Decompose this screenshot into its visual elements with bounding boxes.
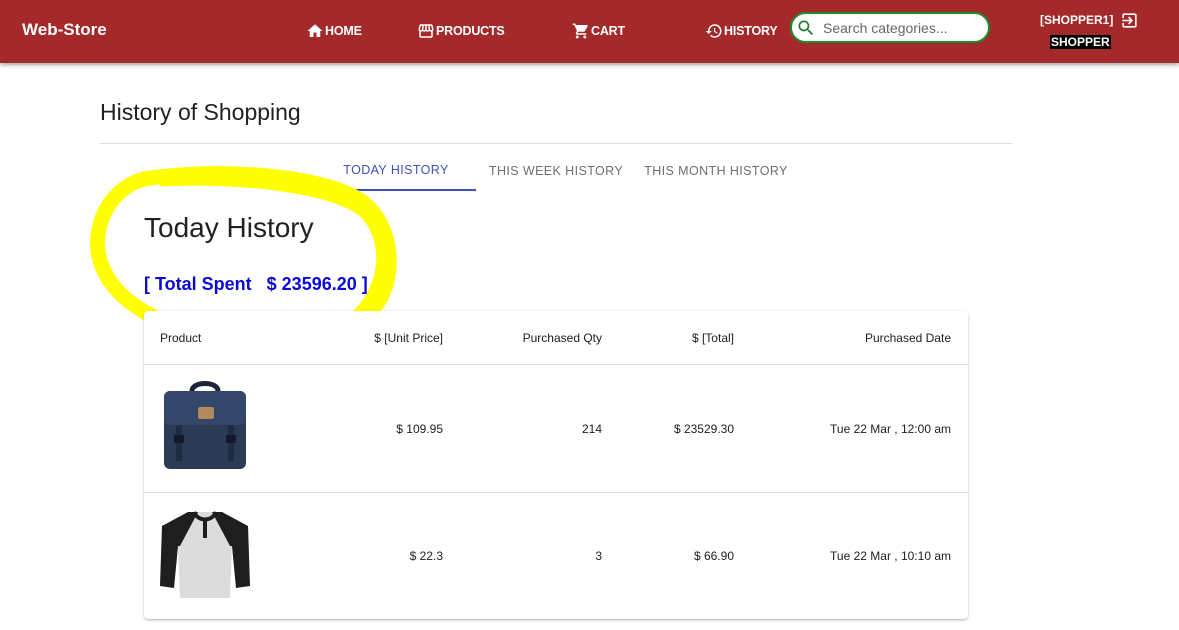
user-role-badge: SHOPPER: [1050, 35, 1111, 49]
history-icon: [705, 24, 722, 38]
nav-products-label: PRODUCTS: [436, 24, 505, 38]
nav-history[interactable]: HISTORY: [705, 21, 778, 41]
column-header-unit-price: $ [Unit Price]: [374, 331, 443, 345]
row-date: Tue 22 Mar , 12:00 am: [830, 422, 951, 436]
row-divider: [144, 492, 968, 493]
history-table: Product $ [Unit Price] Purchased Qty $ […: [144, 311, 968, 619]
nav-cart-label: CART: [591, 24, 625, 38]
nav-home[interactable]: HOME: [306, 21, 362, 41]
nav-cart[interactable]: CART: [572, 21, 625, 41]
total-spent: [ Total Spent $ 23596.20 ]: [144, 274, 368, 294]
row-qty: 3: [595, 549, 602, 563]
logout-icon: [1122, 13, 1137, 28]
column-header-purchased-qty: Purchased Qty: [522, 331, 602, 345]
column-header-total: $ [Total]: [691, 331, 734, 345]
home-icon: [307, 24, 323, 37]
tab-this-month-history[interactable]: THIS MONTH HISTORY: [636, 150, 796, 191]
row-unit-price: $ 109.95: [396, 422, 443, 436]
top-app-bar: Web-Store HOME PRODUCTS CART HISTORY [SH…: [0, 0, 1179, 63]
logout-button[interactable]: [1120, 11, 1139, 30]
column-header-purchased-date: Purchased Date: [864, 331, 951, 345]
row-total: $ 23529.30: [673, 422, 734, 436]
row-unit-price: $ 22.3: [409, 549, 443, 563]
column-header-product: Product: [160, 331, 202, 345]
search-icon: [798, 20, 814, 35]
section-heading: Today History: [144, 212, 314, 243]
row-qty: 214: [581, 422, 602, 436]
storefront-icon: [418, 24, 434, 38]
brand-logo[interactable]: Web-Store: [22, 20, 107, 40]
raglan-shirt-image: [160, 511, 250, 598]
tab-today-history[interactable]: TODAY HISTORY: [316, 150, 476, 191]
nav-products[interactable]: PRODUCTS: [417, 21, 505, 41]
row-total: $ 66.90: [693, 549, 734, 563]
cart-icon: [572, 23, 588, 39]
title-divider: [100, 143, 1012, 144]
user-name: [SHOPPER1]: [1040, 13, 1114, 27]
page-title: History of Shopping: [100, 99, 301, 125]
row-date: Tue 22 Mar , 10:10 am: [830, 549, 951, 563]
nav-home-label: HOME: [325, 24, 362, 38]
nav-history-label: HISTORY: [724, 24, 778, 38]
backpack-image: [164, 381, 246, 469]
tab-this-week-history[interactable]: THIS WEEK HISTORY: [476, 150, 636, 191]
search-box[interactable]: [790, 12, 990, 43]
header-divider: [144, 364, 968, 365]
search-input[interactable]: [823, 19, 983, 36]
